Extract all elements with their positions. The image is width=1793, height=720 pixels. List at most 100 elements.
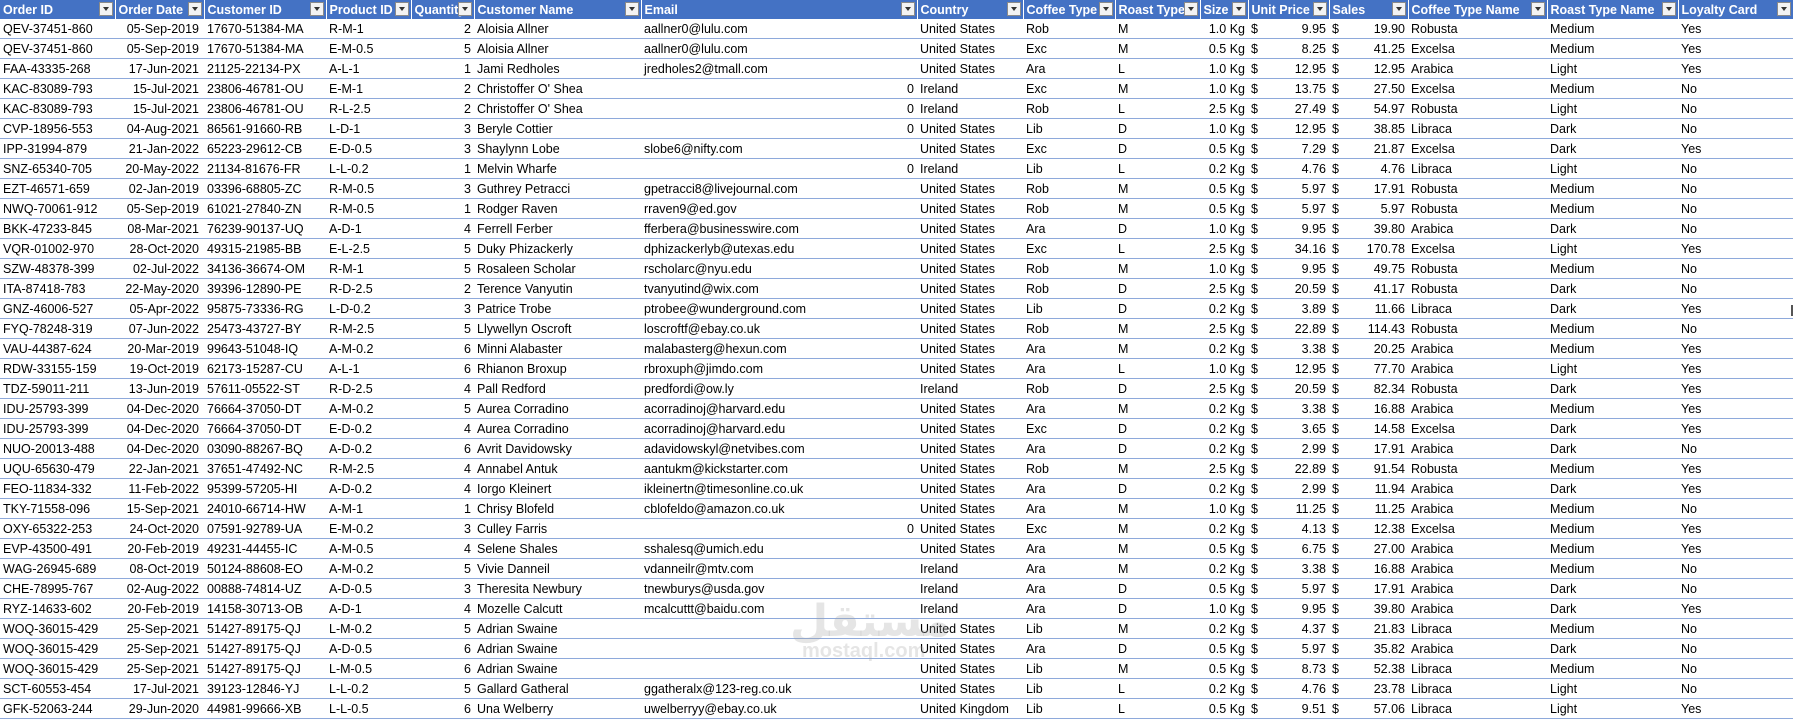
cell-order-id[interactable]: IDU-25793-399: [0, 418, 115, 439]
cell-quantity[interactable]: 2: [411, 19, 474, 39]
cell-customer-id[interactable]: 03396-68805-ZC: [204, 178, 326, 199]
cell-coffee-type-name[interactable]: Robusta: [1408, 458, 1547, 479]
cell-email[interactable]: jredholes2@tmall.com: [641, 58, 917, 79]
cell-customer-name[interactable]: Rodger Raven: [474, 198, 641, 219]
cell-customer-id[interactable]: 00888-74814-UZ: [204, 578, 326, 599]
cell-size[interactable]: 0.5 Kg: [1200, 538, 1248, 559]
cell-coffee-type[interactable]: Exc: [1023, 518, 1115, 539]
cell-roast-type-name[interactable]: Medium: [1547, 538, 1678, 559]
cell-size[interactable]: 0.5 Kg: [1200, 138, 1248, 159]
cell-product-id[interactable]: L-D-1: [326, 118, 411, 139]
cell-roast-type[interactable]: D: [1115, 218, 1200, 239]
cell-customer-id[interactable]: 62173-15287-CU: [204, 358, 326, 379]
cell-order-date[interactable]: 22-May-2020: [115, 278, 204, 299]
cell-order-date[interactable]: 24-Oct-2020: [115, 518, 204, 539]
cell-country[interactable]: United States: [917, 278, 1023, 299]
cell-order-id[interactable]: RDW-33155-159: [0, 358, 115, 379]
cell-order-id[interactable]: WOQ-36015-429: [0, 658, 115, 679]
cell-coffee-type[interactable]: Rob: [1023, 458, 1115, 479]
cell-product-id[interactable]: L-M-0.2: [326, 618, 411, 639]
cell-quantity[interactable]: 5: [411, 238, 474, 259]
cell-size[interactable]: 0.2 Kg: [1200, 158, 1248, 179]
cell-loyalty-card[interactable]: No: [1678, 158, 1793, 179]
cell-roast-type[interactable]: L: [1115, 158, 1200, 179]
cell-size[interactable]: 0.2 Kg: [1200, 618, 1248, 639]
cell-customer-name[interactable]: Gallard Gatheral: [474, 678, 641, 699]
cell-sales[interactable]: $27.00: [1329, 538, 1408, 559]
cell-unit-price[interactable]: $3.38: [1248, 398, 1329, 419]
cell-country[interactable]: United States: [917, 318, 1023, 339]
cell-order-date[interactable]: 22-Jan-2021: [115, 458, 204, 479]
cell-coffee-type-name[interactable]: Robusta: [1408, 318, 1547, 339]
cell-coffee-type[interactable]: Ara: [1023, 638, 1115, 659]
cell-order-date[interactable]: 20-May-2022: [115, 158, 204, 179]
cell-unit-price[interactable]: $22.89: [1248, 458, 1329, 479]
cell-customer-id[interactable]: 49315-21985-BB: [204, 238, 326, 259]
cell-order-date[interactable]: 05-Sep-2019: [115, 19, 204, 39]
cell-sales[interactable]: $52.38: [1329, 658, 1408, 679]
cell-order-date[interactable]: 15-Jul-2021: [115, 98, 204, 119]
cell-size[interactable]: 2.5 Kg: [1200, 278, 1248, 299]
cell-roast-type-name[interactable]: Light: [1547, 58, 1678, 79]
cell-coffee-type[interactable]: Exc: [1023, 138, 1115, 159]
cell-roast-type[interactable]: D: [1115, 638, 1200, 659]
cell-customer-name[interactable]: Selene Shales: [474, 538, 641, 559]
cell-unit-price[interactable]: $3.89: [1248, 298, 1329, 319]
header-order-id[interactable]: Order ID: [0, 0, 116, 19]
cell-coffee-type[interactable]: Exc: [1023, 38, 1115, 59]
cell-order-date[interactable]: 17-Jun-2021: [115, 58, 204, 79]
cell-loyalty-card[interactable]: No: [1678, 78, 1793, 99]
cell-customer-id[interactable]: 37651-47492-NC: [204, 458, 326, 479]
cell-email[interactable]: ptrobee@wunderground.com: [641, 298, 917, 319]
cell-sales[interactable]: $91.54: [1329, 458, 1408, 479]
cell-unit-price[interactable]: $4.76: [1248, 678, 1329, 699]
cell-quantity[interactable]: 5: [411, 38, 474, 59]
cell-roast-type-name[interactable]: Medium: [1547, 618, 1678, 639]
cell-coffee-type-name[interactable]: Excelsa: [1408, 518, 1547, 539]
cell-size[interactable]: 1.0 Kg: [1200, 118, 1248, 139]
cell-order-date[interactable]: 29-Jun-2020: [115, 698, 204, 719]
cell-country[interactable]: United States: [917, 178, 1023, 199]
cell-size[interactable]: 0.5 Kg: [1200, 38, 1248, 59]
header-roast-type[interactable]: Roast Type: [1115, 0, 1201, 19]
cell-loyalty-card[interactable]: No: [1678, 678, 1793, 699]
cell-product-id[interactable]: A-D-0.5: [326, 638, 411, 659]
cell-roast-type[interactable]: D: [1115, 578, 1200, 599]
cell-email[interactable]: [641, 618, 917, 639]
cell-size[interactable]: 0.5 Kg: [1200, 638, 1248, 659]
cell-size[interactable]: 0.5 Kg: [1200, 578, 1248, 599]
cell-customer-name[interactable]: Theresita Newbury: [474, 578, 641, 599]
cell-roast-type[interactable]: L: [1115, 58, 1200, 79]
cell-customer-id[interactable]: 50124-88608-EO: [204, 558, 326, 579]
cell-quantity[interactable]: 4: [411, 218, 474, 239]
cell-email[interactable]: ikleinertn@timesonline.co.uk: [641, 478, 917, 499]
cell-order-date[interactable]: 04-Aug-2021: [115, 118, 204, 139]
cell-loyalty-card[interactable]: No: [1678, 558, 1793, 579]
cell-sales[interactable]: $39.80: [1329, 598, 1408, 619]
cell-unit-price[interactable]: $12.95: [1248, 118, 1329, 139]
cell-email[interactable]: acorradinoj@harvard.edu: [641, 418, 917, 439]
cell-coffee-type[interactable]: Ara: [1023, 218, 1115, 239]
cell-country[interactable]: United States: [917, 138, 1023, 159]
cell-customer-name[interactable]: Ferrell Ferber: [474, 218, 641, 239]
cell-coffee-type-name[interactable]: Arabica: [1408, 558, 1547, 579]
cell-country[interactable]: United States: [917, 38, 1023, 59]
cell-roast-type-name[interactable]: Light: [1547, 158, 1678, 179]
cell-product-id[interactable]: E-D-0.5: [326, 138, 411, 159]
cell-email[interactable]: predfordi@ow.ly: [641, 378, 917, 399]
cell-roast-type[interactable]: M: [1115, 78, 1200, 99]
cell-customer-id[interactable]: 57611-05522-ST: [204, 378, 326, 399]
cell-coffee-type-name[interactable]: Arabica: [1408, 338, 1547, 359]
cell-country[interactable]: United States: [917, 438, 1023, 459]
cell-country[interactable]: United States: [917, 338, 1023, 359]
cell-product-id[interactable]: A-D-1: [326, 598, 411, 619]
cell-country[interactable]: United States: [917, 218, 1023, 239]
cell-quantity[interactable]: 4: [411, 418, 474, 439]
cell-email[interactable]: tvanyutind@wix.com: [641, 278, 917, 299]
header-sales[interactable]: Sales: [1329, 0, 1409, 19]
cell-customer-id[interactable]: 76239-90137-UQ: [204, 218, 326, 239]
cell-roast-type-name[interactable]: Dark: [1547, 638, 1678, 659]
cell-unit-price[interactable]: $22.89: [1248, 318, 1329, 339]
cell-coffee-type-name[interactable]: Arabica: [1408, 358, 1547, 379]
cell-roast-type-name[interactable]: Medium: [1547, 258, 1678, 279]
